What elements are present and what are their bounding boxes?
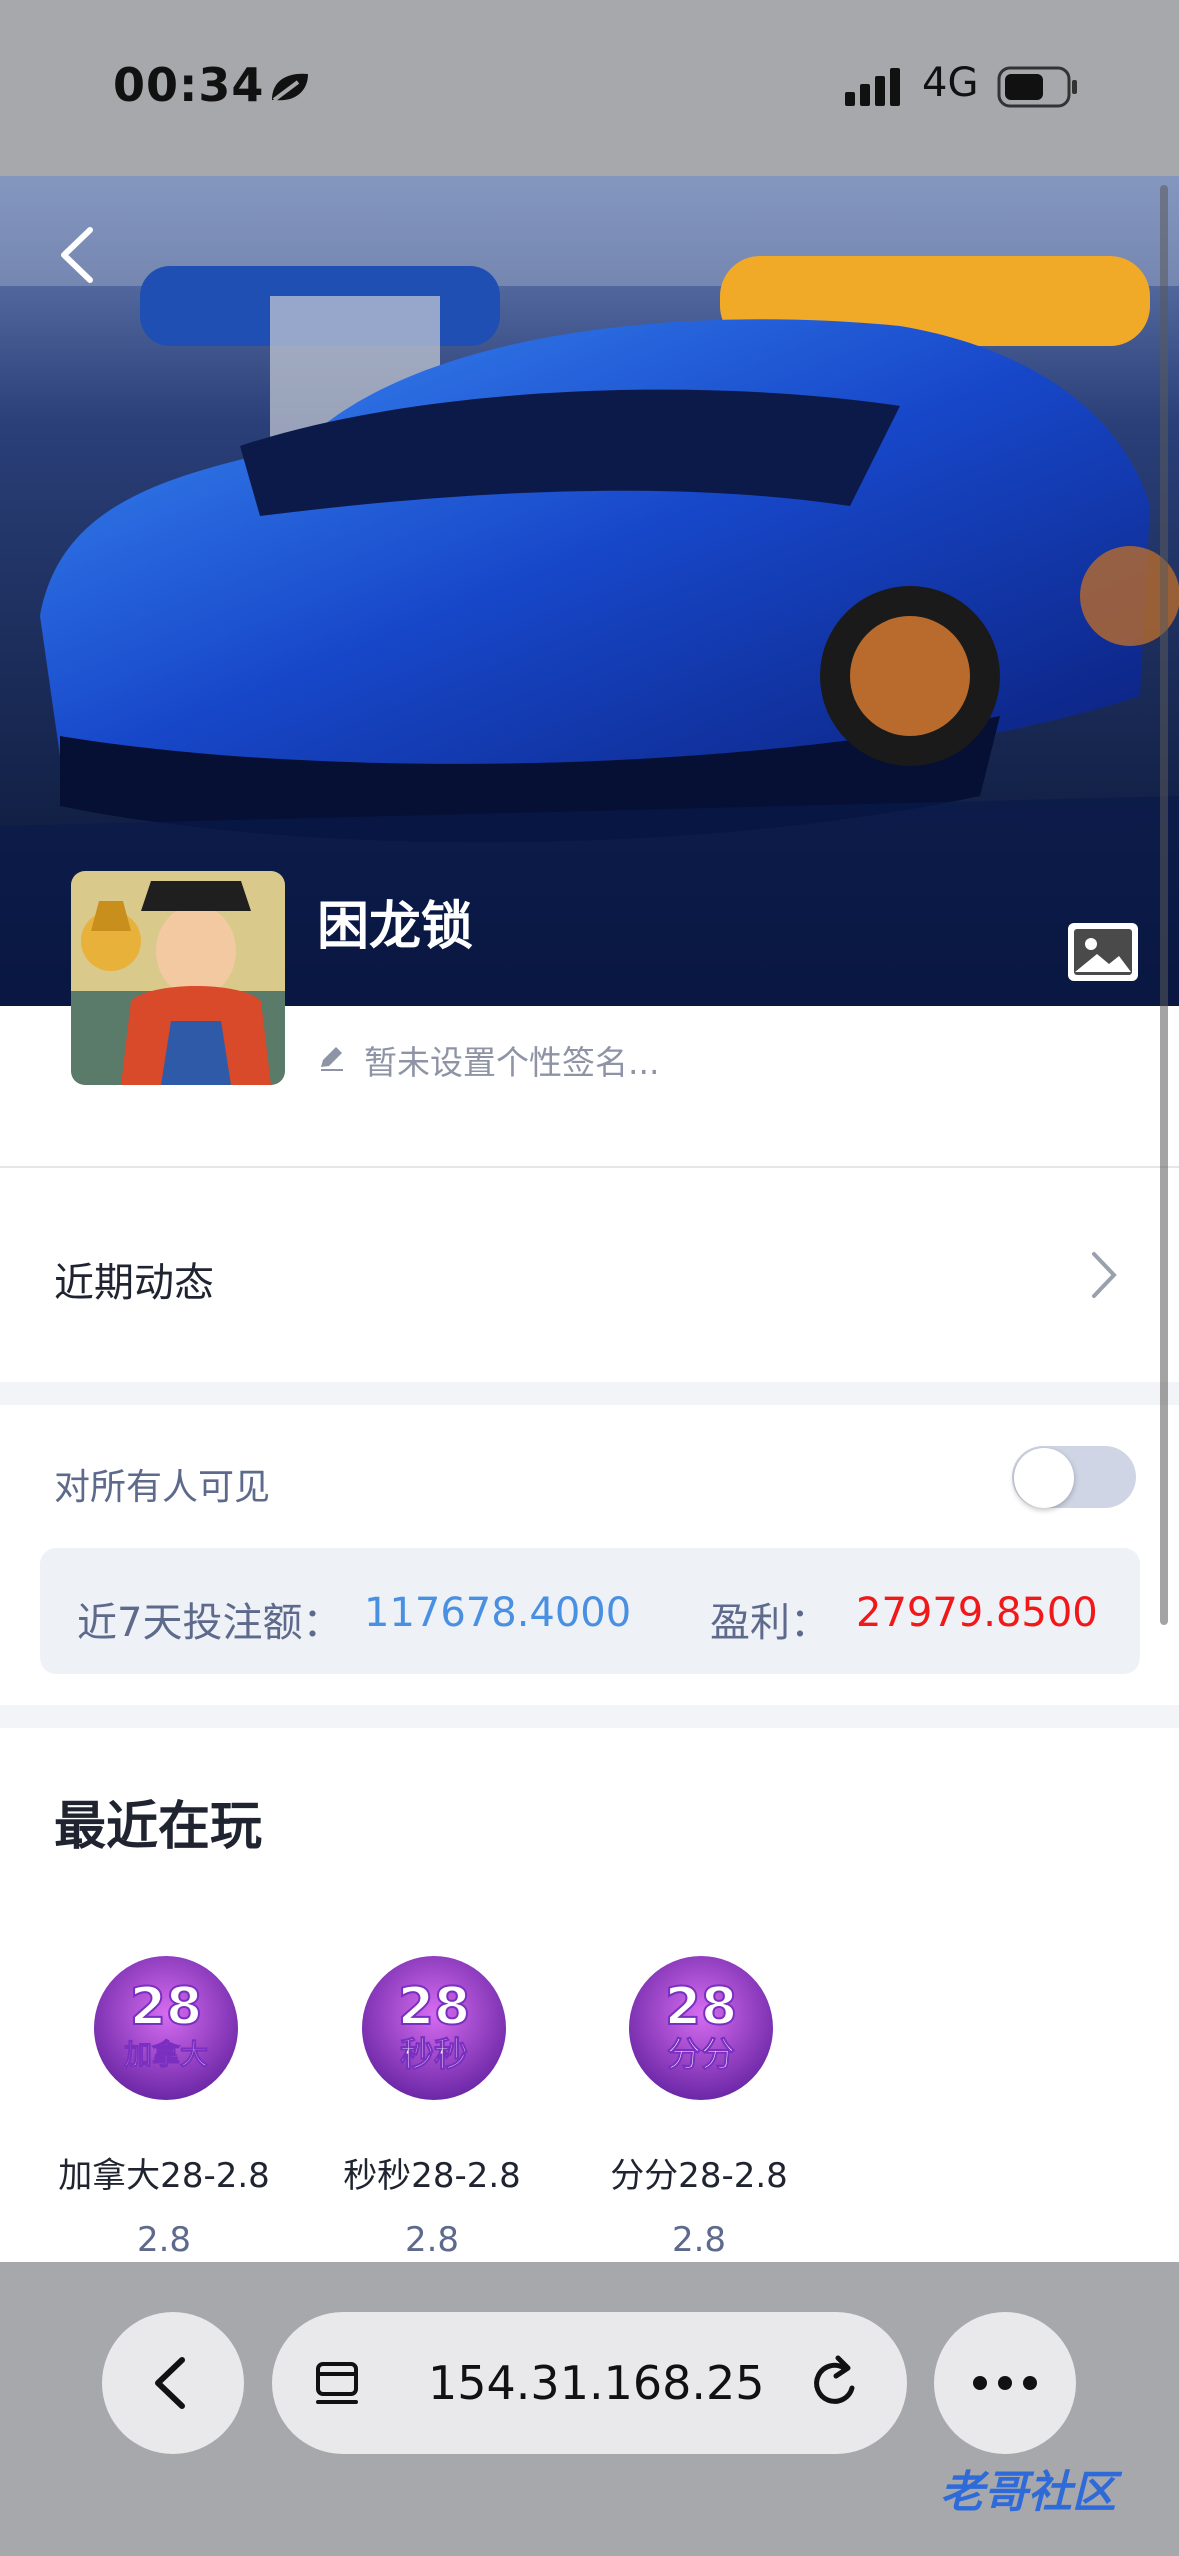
game-icon: 28 秒秒: [362, 1956, 506, 2100]
game-icon: 28 加拿大: [94, 1956, 238, 2100]
avatar[interactable]: [71, 871, 285, 1085]
game-icon: 28 分分: [629, 1956, 773, 2100]
network-type: 4G: [922, 60, 979, 106]
svg-text:28: 28: [665, 1977, 737, 2037]
chevron-right-icon: [1092, 1252, 1117, 1298]
username: 困龙锁: [317, 897, 474, 957]
game-odds: 2.8: [136, 2220, 192, 2260]
bet-amount-label: 近7天投注额：: [77, 1600, 343, 1646]
more-button[interactable]: [934, 2312, 1076, 2454]
battery-icon: [997, 66, 1077, 108]
recent-playing-title: 最近在玩: [54, 1797, 263, 1857]
more-icon: [973, 2376, 1037, 2390]
bet-amount-value: 117678.4000: [364, 1590, 632, 1636]
recent-activity-label: 近期动态: [54, 1260, 214, 1306]
svg-text:分分: 分分: [667, 2035, 735, 2075]
game-odds: 2.8: [404, 2220, 460, 2260]
game-name: 秒秒28-2.8: [343, 2156, 521, 2196]
game-name: 分分28-2.8: [610, 2156, 788, 2196]
svg-text:28: 28: [130, 1977, 202, 2037]
leaf-icon: [272, 73, 308, 102]
game-item-miaomiao28[interactable]: 28 秒秒 秒秒28-2.8 2.8: [298, 1956, 566, 2266]
svg-text:秒秒: 秒秒: [400, 2035, 468, 2075]
image-icon[interactable]: [1065, 920, 1141, 984]
svg-text:28: 28: [398, 1977, 470, 2037]
game-odds: 2.8: [671, 2220, 727, 2260]
profit-value: 27979.8500: [856, 1590, 1098, 1636]
pencil-icon: [321, 1047, 343, 1071]
back-icon: [155, 2357, 185, 2409]
tabs-icon[interactable]: [312, 2358, 364, 2410]
url-text: 154.31.168.25: [428, 2356, 765, 2410]
status-time: 00:34: [113, 58, 265, 112]
reload-icon[interactable]: [808, 2352, 864, 2412]
browser-back-button[interactable]: [102, 2312, 244, 2454]
profit-label: 盈利：: [710, 1600, 830, 1646]
back-icon[interactable]: [50, 220, 110, 290]
game-name: 加拿大28-2.8: [58, 2156, 270, 2196]
watermark: 老哥社区: [940, 2467, 1116, 2518]
visibility-label: 对所有人可见: [54, 1467, 271, 1508]
toggle-knob: [1014, 1448, 1074, 1508]
game-item-fenfen28[interactable]: 28 分分 分分28-2.8 2.8: [565, 1956, 833, 2266]
game-item-canada28[interactable]: 28 加拿大 加拿大28-2.8 2.8: [30, 1956, 298, 2266]
svg-text:加拿大: 加拿大: [124, 2038, 208, 2071]
scrollbar[interactable]: [1160, 185, 1168, 1625]
signal-icon: [845, 68, 900, 106]
signature-field[interactable]: 暂未设置个性签名...: [364, 1036, 659, 1084]
